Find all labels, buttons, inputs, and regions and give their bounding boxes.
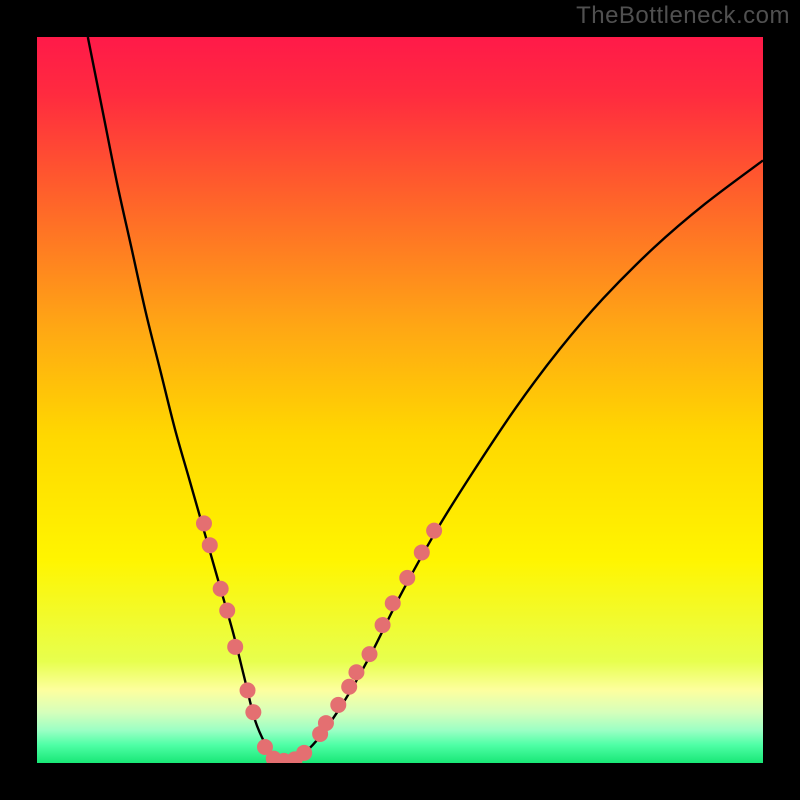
highlight-dot: [240, 682, 256, 698]
highlight-dot: [213, 581, 229, 597]
highlight-dot: [318, 715, 334, 731]
highlight-dot: [219, 603, 235, 619]
highlight-dot: [426, 523, 442, 539]
plot-svg: [37, 37, 763, 763]
highlight-dot: [245, 704, 261, 720]
highlight-dot: [227, 639, 243, 655]
highlight-dot: [375, 617, 391, 633]
highlight-dot: [296, 745, 312, 761]
plot-area: [37, 37, 763, 763]
highlight-dot: [348, 664, 364, 680]
highlight-dot: [399, 570, 415, 586]
chart-frame: TheBottleneck.com: [0, 0, 800, 800]
highlight-dot: [385, 595, 401, 611]
highlight-dot: [196, 515, 212, 531]
gradient-background: [37, 37, 763, 763]
highlight-dot: [414, 544, 430, 560]
watermark-text: TheBottleneck.com: [576, 2, 790, 30]
highlight-dot: [330, 697, 346, 713]
highlight-dot: [341, 679, 357, 695]
highlight-dot: [362, 646, 378, 662]
highlight-dot: [202, 537, 218, 553]
